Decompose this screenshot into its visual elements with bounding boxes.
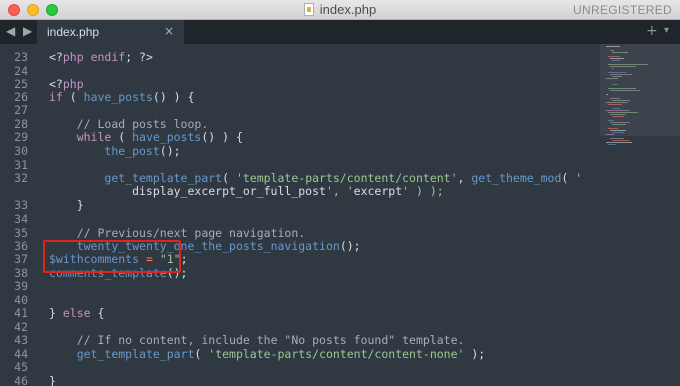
minimap-line <box>612 124 626 125</box>
minimap-line <box>610 122 630 123</box>
code-editor[interactable]: 23 24 25 26 27 28 29 30 31 32 33 34 35 36 37 38 39 40 41 42… <box>0 44 600 386</box>
line-number: 39 <box>14 279 28 293</box>
line-number: 32 <box>14 171 28 185</box>
line-number: 45 <box>14 360 28 374</box>
tab-label: index.php <box>47 25 100 39</box>
code-line[interactable]: } <box>49 199 84 212</box>
minimap-line <box>608 128 618 129</box>
new-tab-icon[interactable]: + <box>646 23 658 39</box>
license-status: UNREGISTERED <box>573 3 672 17</box>
minimap-line <box>610 98 620 99</box>
minimap-line <box>612 68 614 69</box>
line-number: 33 <box>14 198 28 212</box>
minimap-line <box>610 90 640 91</box>
line-number: 29 <box>14 130 28 144</box>
minimap-line <box>610 138 624 139</box>
line-number: 27 <box>14 103 28 117</box>
minimap-line <box>612 84 618 85</box>
line-number: 41 <box>14 306 28 320</box>
tab-menu-icon[interactable]: ▾ <box>664 25 669 36</box>
tab-navigation-arrows-icon[interactable]: ◀ ▶ <box>6 24 34 38</box>
php-file-icon <box>303 3 314 16</box>
line-number: 34 <box>14 212 28 226</box>
minimap-line <box>612 52 628 53</box>
line-number: 43 <box>14 333 28 347</box>
minimap-line <box>612 100 630 101</box>
minimap-line <box>608 56 620 57</box>
minimap-line <box>606 78 618 79</box>
minimap-line <box>612 116 624 117</box>
line-number: 23 <box>14 50 28 64</box>
line-number: 37 <box>14 252 28 266</box>
line-number: 30 <box>14 144 28 158</box>
minimap-line <box>608 64 648 65</box>
minimap-line <box>612 132 624 133</box>
minimap-line <box>608 112 638 113</box>
minimap-line <box>610 50 614 51</box>
minimap-line <box>608 88 636 89</box>
code-line[interactable]: display_excerpt_or_full_post', 'excerpt'… <box>49 185 444 198</box>
window-titlebar: index.php UNREGISTERED <box>0 0 680 20</box>
code-line[interactable]: } else { <box>49 307 104 320</box>
minimap-line <box>612 140 630 141</box>
minimap-line <box>608 120 614 121</box>
code-line[interactable]: if ( have_posts() ) { <box>49 91 194 104</box>
close-tab-icon[interactable]: × <box>164 24 174 38</box>
minimap-line <box>606 134 614 135</box>
line-number: 46 <box>14 374 28 386</box>
code-line[interactable]: <?php endif; ?> <box>49 51 153 64</box>
minimap-line <box>606 142 632 143</box>
minimap-line <box>608 104 622 105</box>
minimap-line <box>610 58 624 59</box>
code-line[interactable]: } <box>49 375 56 386</box>
minimap-line <box>606 110 630 111</box>
tab-bar: ◀ ▶ index.php × + ▾ <box>0 20 680 44</box>
code-line[interactable]: // If no content, include the "No posts … <box>49 334 465 347</box>
minimap-line <box>608 72 626 73</box>
minimap-line <box>606 102 628 103</box>
code-line[interactable]: the_post(); <box>49 145 180 158</box>
minimap-line <box>612 76 622 77</box>
code-line[interactable]: get_template_part( 'template-parts/conte… <box>49 348 486 361</box>
code-line[interactable]: while ( have_posts() ) { <box>49 131 243 144</box>
minimap-line <box>606 46 620 47</box>
minimap[interactable] <box>600 44 680 386</box>
minimap-line <box>610 66 636 67</box>
minimap-line <box>612 108 620 109</box>
minimap-line <box>610 114 626 115</box>
minimap-line <box>606 94 608 95</box>
minimap-line <box>608 144 616 145</box>
highlight-annotation-box <box>43 240 181 273</box>
minimap-line <box>612 60 620 61</box>
minimap-line <box>610 130 626 131</box>
minimap-line <box>610 74 632 75</box>
tab-index-php[interactable]: index.php × <box>37 20 184 44</box>
line-number <box>0 185 34 198</box>
